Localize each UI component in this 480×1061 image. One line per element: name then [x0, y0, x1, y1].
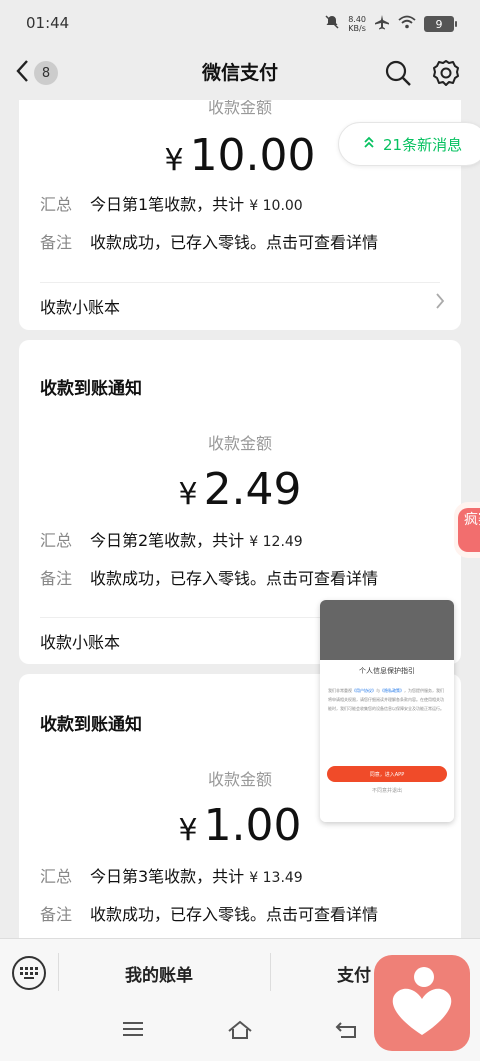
summary-total: ¥ 13.49 [249, 870, 303, 886]
status-icons: 8.40 KB/s 9 [324, 14, 457, 34]
new-messages-button[interactable]: 21条新消息 [338, 122, 480, 166]
popup-text: 我们非常重视《用户协议》与《隐私政策》，为您提供服务，我们将申请相关权限，请您仔… [328, 686, 446, 762]
note-value: 收款成功，已存入零钱。点击可查看详情 [90, 569, 379, 588]
summary-prefix: 今日第1笔收款，共计 [90, 195, 245, 214]
decline-link[interactable]: 不同意并退出 [320, 787, 454, 794]
net-speed: 8.40 KB/s [348, 15, 366, 33]
amount-value: 1.00 [203, 800, 302, 851]
summary-row: 汇总 今日第3笔收款，共计 ¥ 13.49 [40, 863, 303, 887]
card-title: 收款到账通知 [40, 379, 142, 399]
currency-symbol: ¥ [178, 477, 198, 512]
net-speed-unit: KB/s [348, 24, 366, 33]
keyboard-icon[interactable] [12, 956, 46, 990]
back-icon[interactable] [335, 1020, 359, 1044]
popup-body-1: 我们非常重视 [328, 688, 352, 693]
currency-symbol: ¥ [164, 143, 184, 178]
ledger-link[interactable]: 收款小账本 [40, 629, 120, 653]
agree-button[interactable]: 同意，进入APP [327, 766, 447, 782]
note-row: 备注 收款成功，已存入零钱。点击可查看详情 [40, 901, 378, 925]
summary-value: 今日第3笔收款，共计 ¥ 13.49 [90, 863, 303, 887]
gear-icon[interactable] [431, 58, 461, 88]
note-key: 备注 [40, 233, 73, 252]
note-value: 收款成功，已存入零钱。点击可查看详情 [90, 233, 379, 252]
amount: ¥2.49 [19, 464, 461, 515]
amount-label: 收款金额 [207, 434, 272, 453]
divider [40, 282, 440, 283]
currency-symbol: ¥ [178, 813, 198, 848]
popup-title: 个人信息保护指引 [359, 667, 415, 675]
menu-my-bills[interactable]: 我的账单 [125, 961, 193, 986]
summary-row: 汇总 今日第2笔收款，共计 ¥ 12.49 [40, 527, 303, 551]
popup-dialog: 个人信息保护指引 我们非常重视《用户协议》与《隐私政策》，为您提供服务，我们将申… [320, 660, 454, 822]
amount-label: 收款金额 [207, 100, 272, 117]
mute-icon [324, 14, 340, 34]
search-icon[interactable] [383, 58, 413, 88]
home-icon[interactable] [227, 1020, 253, 1044]
summary-value: 今日第1笔收款，共计 ¥ 10.00 [90, 191, 303, 215]
note-key: 备注 [40, 905, 73, 924]
amount-value: 10.00 [189, 130, 316, 181]
ledger-link[interactable]: 收款小账本 [40, 294, 120, 318]
popup-backdrop [320, 600, 454, 660]
airplane-icon [374, 14, 390, 34]
privacy-policy-link[interactable]: 《隐私政策》 [380, 688, 404, 693]
wifi-icon [398, 15, 416, 33]
floating-ad-label: 疯赛 [458, 508, 480, 552]
note-row: 备注 收款成功，已存入零钱。点击可查看详情 [40, 565, 378, 589]
status-bar: 01:44 8.40 KB/s 9 [0, 0, 480, 48]
net-speed-value: 8.40 [348, 15, 366, 24]
card-title: 收款到账通知 [40, 715, 142, 735]
summary-total: ¥ 10.00 [249, 198, 303, 214]
summary-total: ¥ 12.49 [249, 534, 303, 550]
summary-prefix: 今日第3笔收款，共计 [90, 867, 245, 886]
menu-icon[interactable] [122, 1020, 144, 1042]
summary-key: 汇总 [40, 195, 73, 214]
summary-prefix: 今日第2笔收款，共计 [90, 531, 245, 550]
double-chevron-up-icon [363, 135, 375, 153]
amount-value: 2.49 [203, 464, 302, 515]
note-row: 备注 收款成功，已存入零钱。点击可查看详情 [40, 229, 378, 253]
floating-ad[interactable]: 疯赛 [454, 502, 480, 558]
battery-icon: 9 [424, 16, 457, 32]
chevron-right-icon [435, 292, 445, 315]
nav-bar: 8 微信支付 [0, 48, 480, 100]
menu-separator [270, 953, 271, 991]
privacy-popup[interactable]: 个人信息保护指引 我们非常重视《用户协议》与《隐私政策》，为您提供服务，我们将申… [320, 600, 454, 822]
new-messages-label: 21条新消息 [383, 135, 463, 154]
menu-separator [58, 953, 59, 991]
note-key: 备注 [40, 569, 73, 588]
summary-key: 汇总 [40, 531, 73, 550]
summary-key: 汇总 [40, 867, 73, 886]
summary-value: 今日第2笔收款，共计 ¥ 12.49 [90, 527, 303, 551]
note-value: 收款成功，已存入零钱。点击可查看详情 [90, 905, 379, 924]
floating-app-icon[interactable] [374, 955, 470, 1051]
summary-row: 汇总 今日第1笔收款，共计 ¥ 10.00 [40, 191, 303, 215]
menu-payment[interactable]: 支付 [337, 961, 371, 986]
status-time: 01:44 [26, 14, 70, 32]
user-agreement-link[interactable]: 《用户协议》 [352, 688, 376, 693]
